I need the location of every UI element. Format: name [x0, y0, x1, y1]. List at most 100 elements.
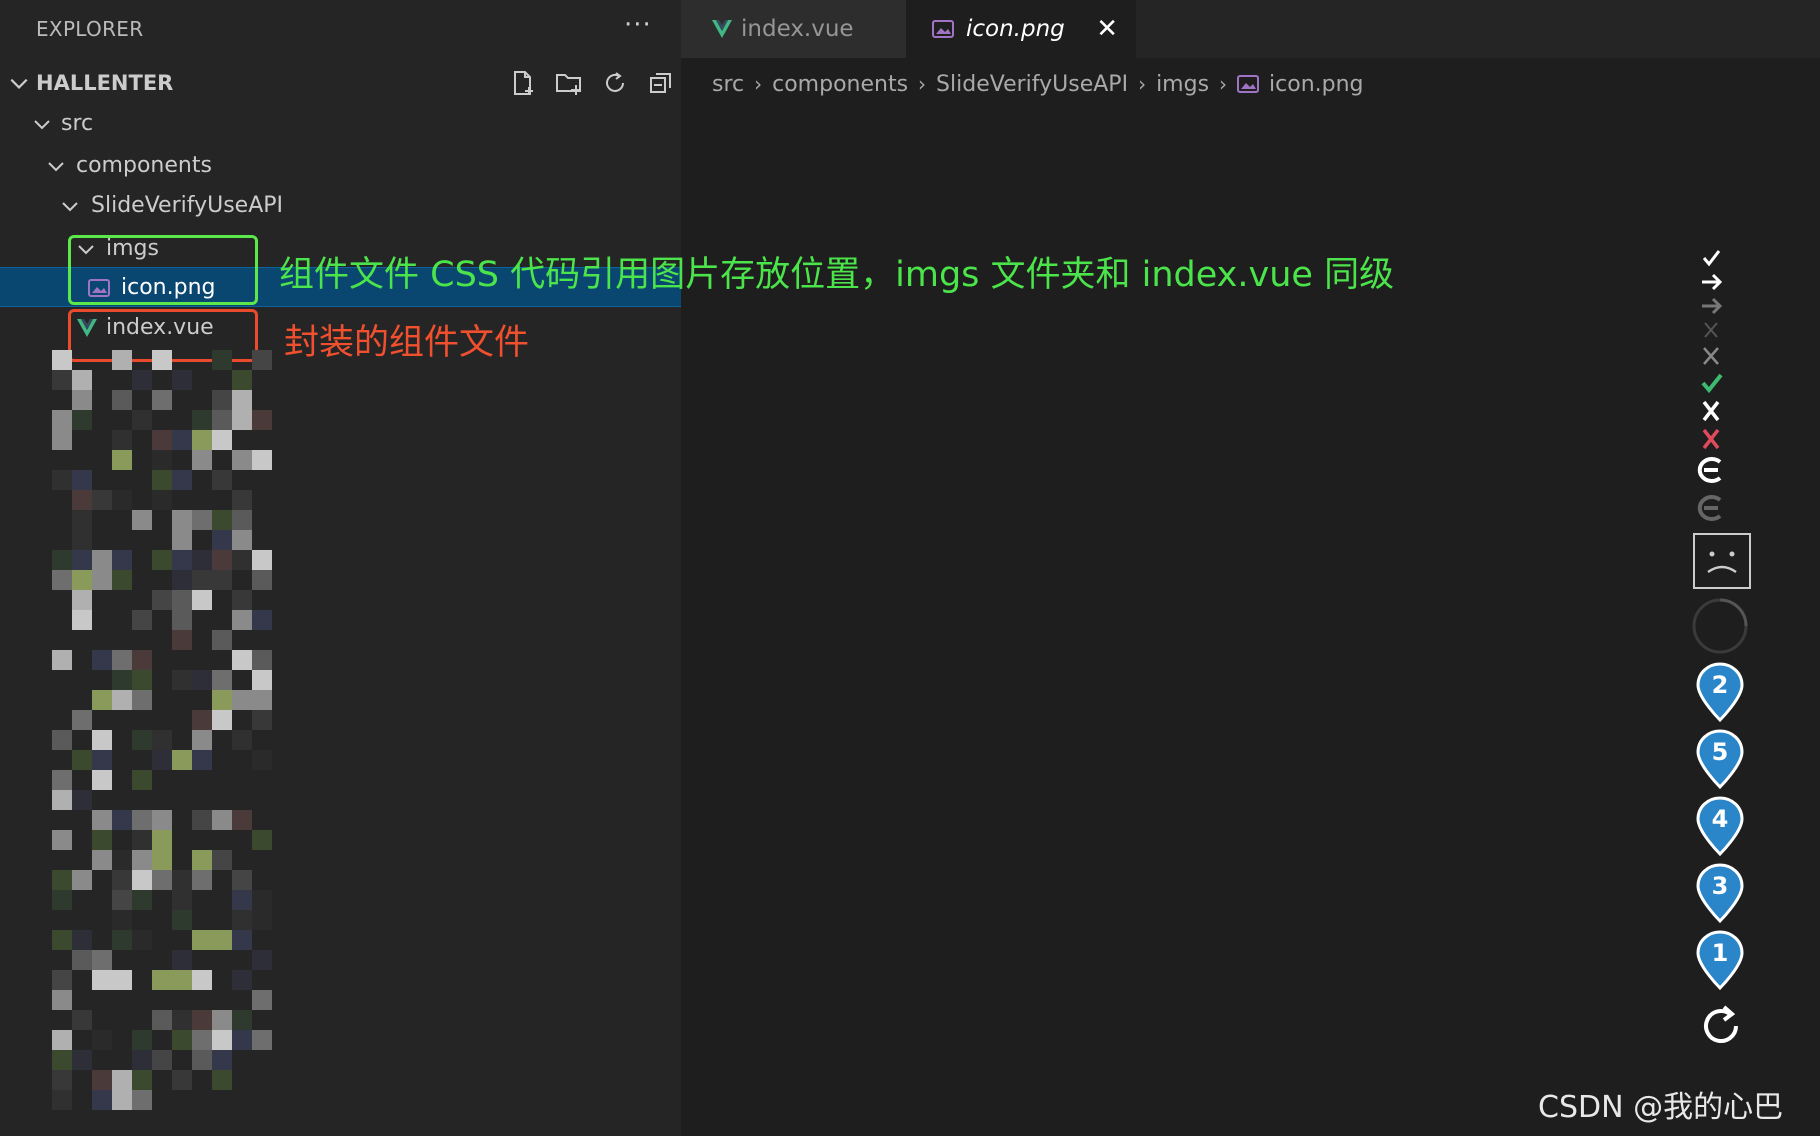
tab-label: icon.png [966, 16, 1065, 42]
pixel-block [252, 1030, 272, 1050]
pixel-block [232, 970, 252, 990]
pixel-block [72, 510, 92, 530]
pixel-block [92, 810, 112, 830]
pixel-block [252, 570, 272, 590]
new-folder-icon[interactable] [552, 66, 586, 100]
pixel-block [132, 1030, 152, 1050]
pixel-block [192, 970, 212, 990]
pixel-block [232, 930, 252, 950]
breadcrumb-item[interactable]: icon.png [1269, 72, 1363, 97]
chevron-right-icon: › [918, 72, 927, 96]
pixel-block [52, 930, 72, 950]
explorer-header: EXPLORER ··· [0, 0, 681, 58]
tab-index-vue[interactable]: index.vue [681, 0, 906, 58]
marker-label: 1 [1712, 939, 1729, 967]
pixel-block [92, 750, 112, 770]
tree-item-components[interactable]: components [0, 146, 681, 186]
pixel-block [112, 690, 132, 710]
pixel-block [132, 610, 152, 630]
pixel-block [52, 870, 72, 890]
pixel-block [232, 810, 252, 830]
pixel-block [112, 550, 132, 570]
pixel-block [252, 650, 272, 670]
pixel-block [232, 490, 252, 510]
pixel-block [172, 530, 192, 550]
pixel-block [192, 570, 212, 590]
pixel-block [52, 650, 72, 670]
close-icon[interactable]: ✕ [1096, 14, 1118, 44]
pixel-block [192, 430, 212, 450]
project-root[interactable]: HALLENTER [0, 62, 681, 104]
pixel-block [72, 610, 92, 630]
image-file-icon [932, 20, 954, 38]
annotation-green: 组件文件 CSS 代码引用图片存放位置，imgs 文件夹和 index.vue … [279, 255, 1395, 295]
pixel-block [212, 430, 232, 450]
refresh-icon[interactable] [598, 66, 632, 100]
pixel-block [192, 730, 212, 750]
map-pin-icon: 5 [1696, 729, 1744, 790]
pixel-block [212, 690, 232, 710]
breadcrumb-item[interactable]: SlideVerifyUseAPI [936, 72, 1128, 97]
pixel-block [192, 510, 212, 530]
pixel-block [192, 1030, 212, 1050]
pixel-block [152, 1050, 172, 1070]
pixel-block [172, 1070, 192, 1090]
pixel-block [212, 390, 232, 410]
chevron-right-icon: › [754, 72, 763, 96]
pixel-block [212, 810, 232, 830]
pixel-block [252, 450, 272, 470]
pixel-block [52, 830, 72, 850]
pixel-block [52, 1070, 72, 1090]
pixel-block [172, 610, 192, 630]
pixel-block [72, 470, 92, 490]
pixel-block [232, 910, 252, 930]
breadcrumb-item[interactable]: imgs [1156, 72, 1209, 97]
pixel-block [212, 410, 232, 430]
more-actions-button[interactable]: ··· [624, 10, 652, 40]
refresh-icon [1704, 1005, 1738, 1043]
pixel-block [112, 970, 132, 990]
pixel-block [232, 890, 252, 910]
chevron-right-icon: › [1138, 72, 1147, 96]
pixel-block [212, 1050, 232, 1070]
collapse-all-icon[interactable] [644, 66, 678, 100]
breadcrumb-item[interactable]: components [772, 72, 908, 97]
pixel-block [92, 550, 112, 570]
map-pin-icon: 4 [1696, 796, 1744, 857]
pixel-block [92, 730, 112, 750]
pixel-block [152, 870, 172, 890]
tab-icon-png[interactable]: icon.png ✕ [906, 0, 1136, 58]
pixel-block [152, 450, 172, 470]
pixel-block [172, 430, 192, 450]
pixel-block [212, 1070, 232, 1090]
pixel-block [212, 670, 232, 690]
pixel-block [172, 470, 192, 490]
pixel-block [212, 510, 232, 530]
pixel-block [172, 970, 192, 990]
map-pin-icon: 1 [1696, 930, 1744, 991]
pixel-block [232, 590, 252, 610]
pixel-block [92, 950, 112, 970]
pixel-block [212, 630, 232, 650]
pixel-block [252, 750, 272, 770]
breadcrumb-item[interactable]: src [712, 72, 744, 97]
new-file-icon[interactable] [506, 66, 540, 100]
pixel-block [52, 970, 72, 990]
pixel-block [192, 850, 212, 870]
tree-item-slideverifyuseapi[interactable]: SlideVerifyUseAPI [0, 186, 681, 226]
pixel-block [112, 390, 132, 410]
pixel-block [192, 1010, 212, 1030]
project-name: HALLENTER [36, 71, 174, 95]
pixel-block [152, 590, 172, 610]
pixel-block [172, 1030, 192, 1050]
pixel-block [92, 690, 112, 710]
pixel-block [52, 1030, 72, 1050]
tree-item-src[interactable]: src [0, 104, 681, 144]
pixel-block [232, 390, 252, 410]
shield-icon [1697, 495, 1722, 521]
pixel-block [252, 350, 272, 370]
pixel-block [152, 850, 172, 870]
pixel-block [232, 870, 252, 890]
pixel-block [112, 430, 132, 450]
pixel-block [192, 550, 212, 570]
